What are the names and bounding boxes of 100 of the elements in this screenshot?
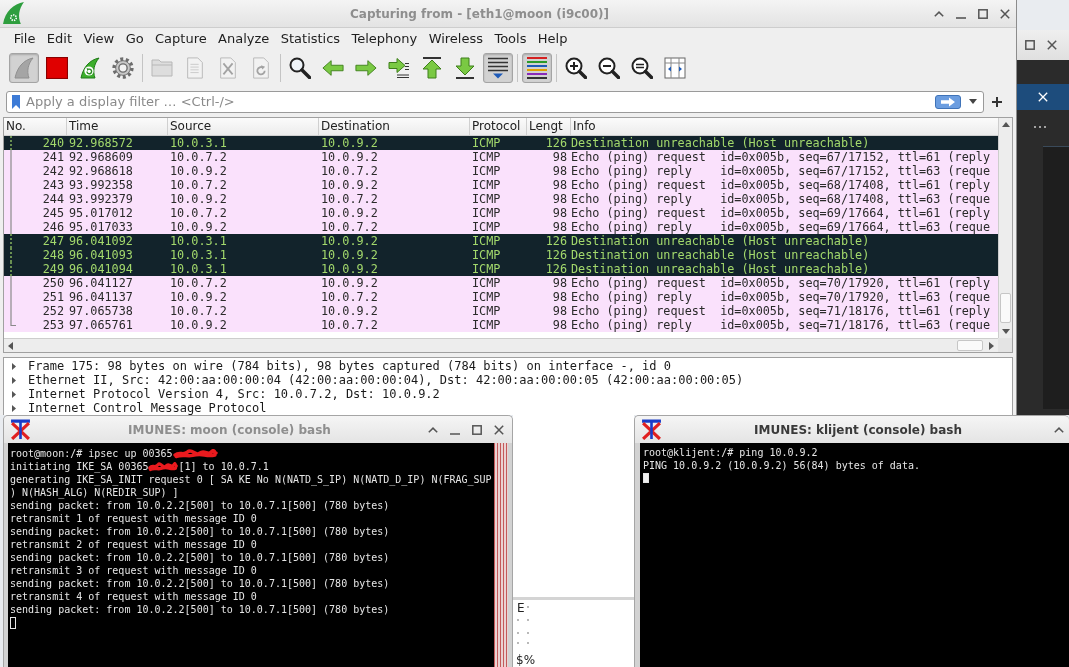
packet-row[interactable]: 253 97.065761 10.0.9.2 10.0.7.2 ICMP 98 Echo (ping) reply id=0x005b, seq=71/18176, ttl=63 (reque — [4, 318, 998, 332]
terminal-text: initiating IKE_SA 00365 — [10, 460, 149, 473]
add-filter-button[interactable] — [990, 94, 1004, 109]
terminal-scrollbar[interactable] — [494, 443, 508, 667]
menu-item[interactable]: Analyze — [212, 30, 276, 47]
scroll-left-icon[interactable] — [8, 341, 13, 350]
scroll-down-icon[interactable] — [1001, 329, 1010, 334]
minimize-icon[interactable] — [450, 432, 460, 435]
scrollbar-thumb[interactable] — [957, 340, 983, 351]
display-filter-field[interactable]: Apply a display filter … <Ctrl-/> — [6, 90, 984, 113]
scrollbar[interactable] — [998, 118, 1012, 338]
table-cell-text: 93.992358 — [68, 178, 134, 192]
tree-item[interactable]: Frame 175: 98 bytes on wire (784 bits), 98 bytes captured (784 bits) on interface -, id 0 — [28, 359, 671, 373]
scroll-up-icon[interactable] — [1001, 122, 1010, 127]
toolbar-button[interactable] — [483, 53, 513, 83]
table-cell-text: 10.0.9.2 — [169, 192, 228, 206]
column-header[interactable]: Protocol — [470, 118, 527, 135]
left-arrow-icon — [322, 57, 344, 79]
tree-item[interactable]: Internet Control Message Protocol — [28, 401, 267, 415]
menu-item[interactable]: View — [77, 30, 120, 47]
tree-item[interactable]: Internet Protocol Version 4, Src: 10.0.7.2, Dst: 10.0.9.2 — [28, 387, 440, 401]
table-cell-text: ICMP — [471, 234, 502, 248]
apply-filter-button[interactable] — [935, 94, 961, 109]
packet-row[interactable]: 243 93.992358 10.0.7.2 10.0.9.2 ICMP 98 Echo (ping) request id=0x005b, seq=68/17408, ttl=61 (reply — [4, 178, 998, 192]
packet-row[interactable]: 250 96.041127 10.0.7.2 10.0.9.2 ICMP 98 Echo (ping) request id=0x005b, seq=70/17920, ttl=61 (reply — [4, 276, 998, 290]
menu-item[interactable]: Capture — [149, 30, 213, 47]
table-cell-text: 247 — [41, 234, 65, 248]
close-icon[interactable] — [1047, 40, 1057, 50]
table-cell-text: 96.041092 — [68, 234, 134, 248]
tree-item[interactable]: Ethernet II, Src: 42:00:aa:00:00:04 (42:00:aa:00:00:04), Dst: 42:00:aa:00:00:05 (42:00:aa:00:00:05) — [28, 373, 744, 387]
column-header[interactable]: No. — [4, 118, 67, 135]
table-cell-text: 10.0.9.2 — [169, 220, 228, 234]
table-cell-text: 242 — [41, 164, 65, 178]
scrollbar-thumb[interactable] — [1000, 293, 1011, 323]
collapsed-triangle-icon[interactable] — [12, 362, 16, 370]
packet-row[interactable]: 252 97.065738 10.0.7.2 10.0.9.2 ICMP 98 Echo (ping) request id=0x005b, seq=71/18176, ttl=61 (reply — [4, 304, 998, 318]
maximize-icon[interactable] — [1025, 40, 1035, 50]
table-cell-text: ICMP — [471, 164, 502, 178]
packet-row[interactable]: 241 92.968609 10.0.7.2 10.0.9.2 ICMP 98 Echo (ping) request id=0x005b, seq=67/17152, ttl=61 (reply — [4, 150, 998, 164]
packet-row[interactable]: 249 96.041094 10.0.3.1 10.0.9.2 ICMP 126 Destination unreachable (Host unreachable) — [4, 262, 998, 276]
packet-row[interactable]: 245 95.017012 10.0.7.2 10.0.9.2 ICMP 98 Echo (ping) request id=0x005b, seq=69/17664, ttl=61 (reply — [4, 206, 998, 220]
menu-item[interactable]: Help — [532, 30, 574, 47]
document-icon — [184, 57, 206, 79]
packet-row[interactable]: 244 93.992379 10.0.9.2 10.0.7.2 ICMP 98 Echo (ping) reply id=0x005b, seq=68/17408, ttl=63 (reque — [4, 192, 998, 206]
menu-item[interactable]: Statistics — [275, 30, 346, 47]
table-cell-text: 10.0.3.1 — [169, 136, 228, 150]
table-cell-text: Echo (ping) request id=0x005b, seq=70/17920, ttl=61 (reply — [571, 276, 992, 290]
table-cell-text: 250 — [41, 276, 65, 290]
lines-down-arrow-icon — [487, 57, 509, 79]
menu-item[interactable]: Wireless — [422, 30, 489, 47]
scrollbar[interactable] — [4, 338, 998, 352]
collapsed-triangle-icon[interactable] — [12, 390, 16, 398]
terminal-text: sending packet: from 10.0.2.2[500] to 10.0.7.1[500] (780 bytes) — [10, 603, 390, 616]
maximize-icon[interactable] — [472, 424, 482, 435]
table-cell-text: 10.0.3.1 — [169, 262, 228, 276]
menu-item[interactable]: Go — [119, 30, 150, 47]
column-header[interactable]: Info — [571, 118, 998, 135]
menu-item[interactable]: File — [8, 30, 42, 47]
column-header[interactable]: Lengt — [527, 118, 571, 135]
close-icon[interactable] — [1000, 8, 1010, 19]
column-header[interactable]: Destination — [319, 118, 470, 135]
table-cell-text: ICMP — [471, 136, 502, 150]
collapsed-triangle-icon[interactable] — [12, 376, 16, 384]
bookmark-icon[interactable] — [12, 94, 20, 109]
partial-text: E — [517, 601, 525, 615]
menu-item[interactable]: Tools — [488, 30, 533, 47]
display-filter-input[interactable]: Apply a display filter … <Ctrl-/> — [26, 92, 935, 111]
minimize-icon[interactable] — [956, 16, 966, 19]
packet-row[interactable]: 248 96.041093 10.0.3.1 10.0.9.2 ICMP 126 Destination unreachable (Host unreachable) — [4, 248, 998, 262]
table-cell-text: 10.0.9.2 — [320, 178, 379, 192]
collapsed-triangle-icon[interactable] — [12, 404, 16, 412]
chevron-up-icon[interactable] — [934, 10, 944, 17]
table-cell-text: Echo (ping) request id=0x005b, seq=69/17664, ttl=61 (reply — [571, 206, 992, 220]
chevron-up-icon[interactable] — [1054, 426, 1064, 433]
packet-row[interactable]: 247 96.041092 10.0.3.1 10.0.9.2 ICMP 126 Destination unreachable (Host unreachable) — [4, 234, 998, 248]
table-cell-text: 10.0.9.2 — [320, 234, 379, 248]
packet-row[interactable]: 242 92.968618 10.0.9.2 10.0.7.2 ICMP 98 Echo (ping) reply id=0x005b, seq=67/17152, ttl=63 (reque — [4, 164, 998, 178]
packet-row[interactable]: 246 95.017033 10.0.9.2 10.0.7.2 ICMP 98 Echo (ping) reply id=0x005b, seq=69/17664, ttl=63 (reque — [4, 220, 998, 234]
menu-item[interactable]: Edit — [41, 30, 78, 47]
table-cell-text: 10.0.7.2 — [169, 178, 228, 192]
menu-item[interactable]: Telephony — [345, 30, 423, 47]
table-cell-text: 10.0.7.2 — [169, 276, 228, 290]
column-header[interactable]: Time — [67, 118, 168, 135]
chevron-up-icon[interactable] — [428, 426, 438, 433]
table-cell-text: ICMP — [471, 220, 502, 234]
close-icon[interactable] — [494, 424, 504, 435]
caret-icon[interactable] — [969, 99, 977, 104]
scroll-right-icon[interactable] — [989, 341, 994, 350]
table-cell-text: 96.041127 — [68, 276, 134, 290]
packet-row[interactable]: 251 96.041137 10.0.9.2 10.0.7.2 ICMP 98 Echo (ping) reply id=0x005b, seq=70/17920, ttl=63 (reque — [4, 290, 998, 304]
toolbar-button[interactable] — [522, 53, 552, 83]
column-header[interactable]: Source — [168, 118, 319, 135]
packet-row[interactable]: 240 92.968572 10.0.3.1 10.0.9.2 ICMP 126 Destination unreachable (Host unreachable) — [4, 136, 998, 150]
table-cell-text: 98 — [551, 276, 568, 290]
colored-lines-icon — [526, 57, 548, 79]
table-cell-text: Destination unreachable (Host unreachable) — [571, 136, 871, 150]
shark-fin-icon — [13, 57, 35, 79]
terminal-screen[interactable] — [8, 443, 494, 667]
maximize-icon[interactable] — [978, 8, 988, 19]
terminal-screen[interactable]: root@klijent:/# ping 10.0.9.2 PING 10.0.9.2 (10.0.9.2) 56(84) bytes of data. — [640, 443, 1069, 667]
